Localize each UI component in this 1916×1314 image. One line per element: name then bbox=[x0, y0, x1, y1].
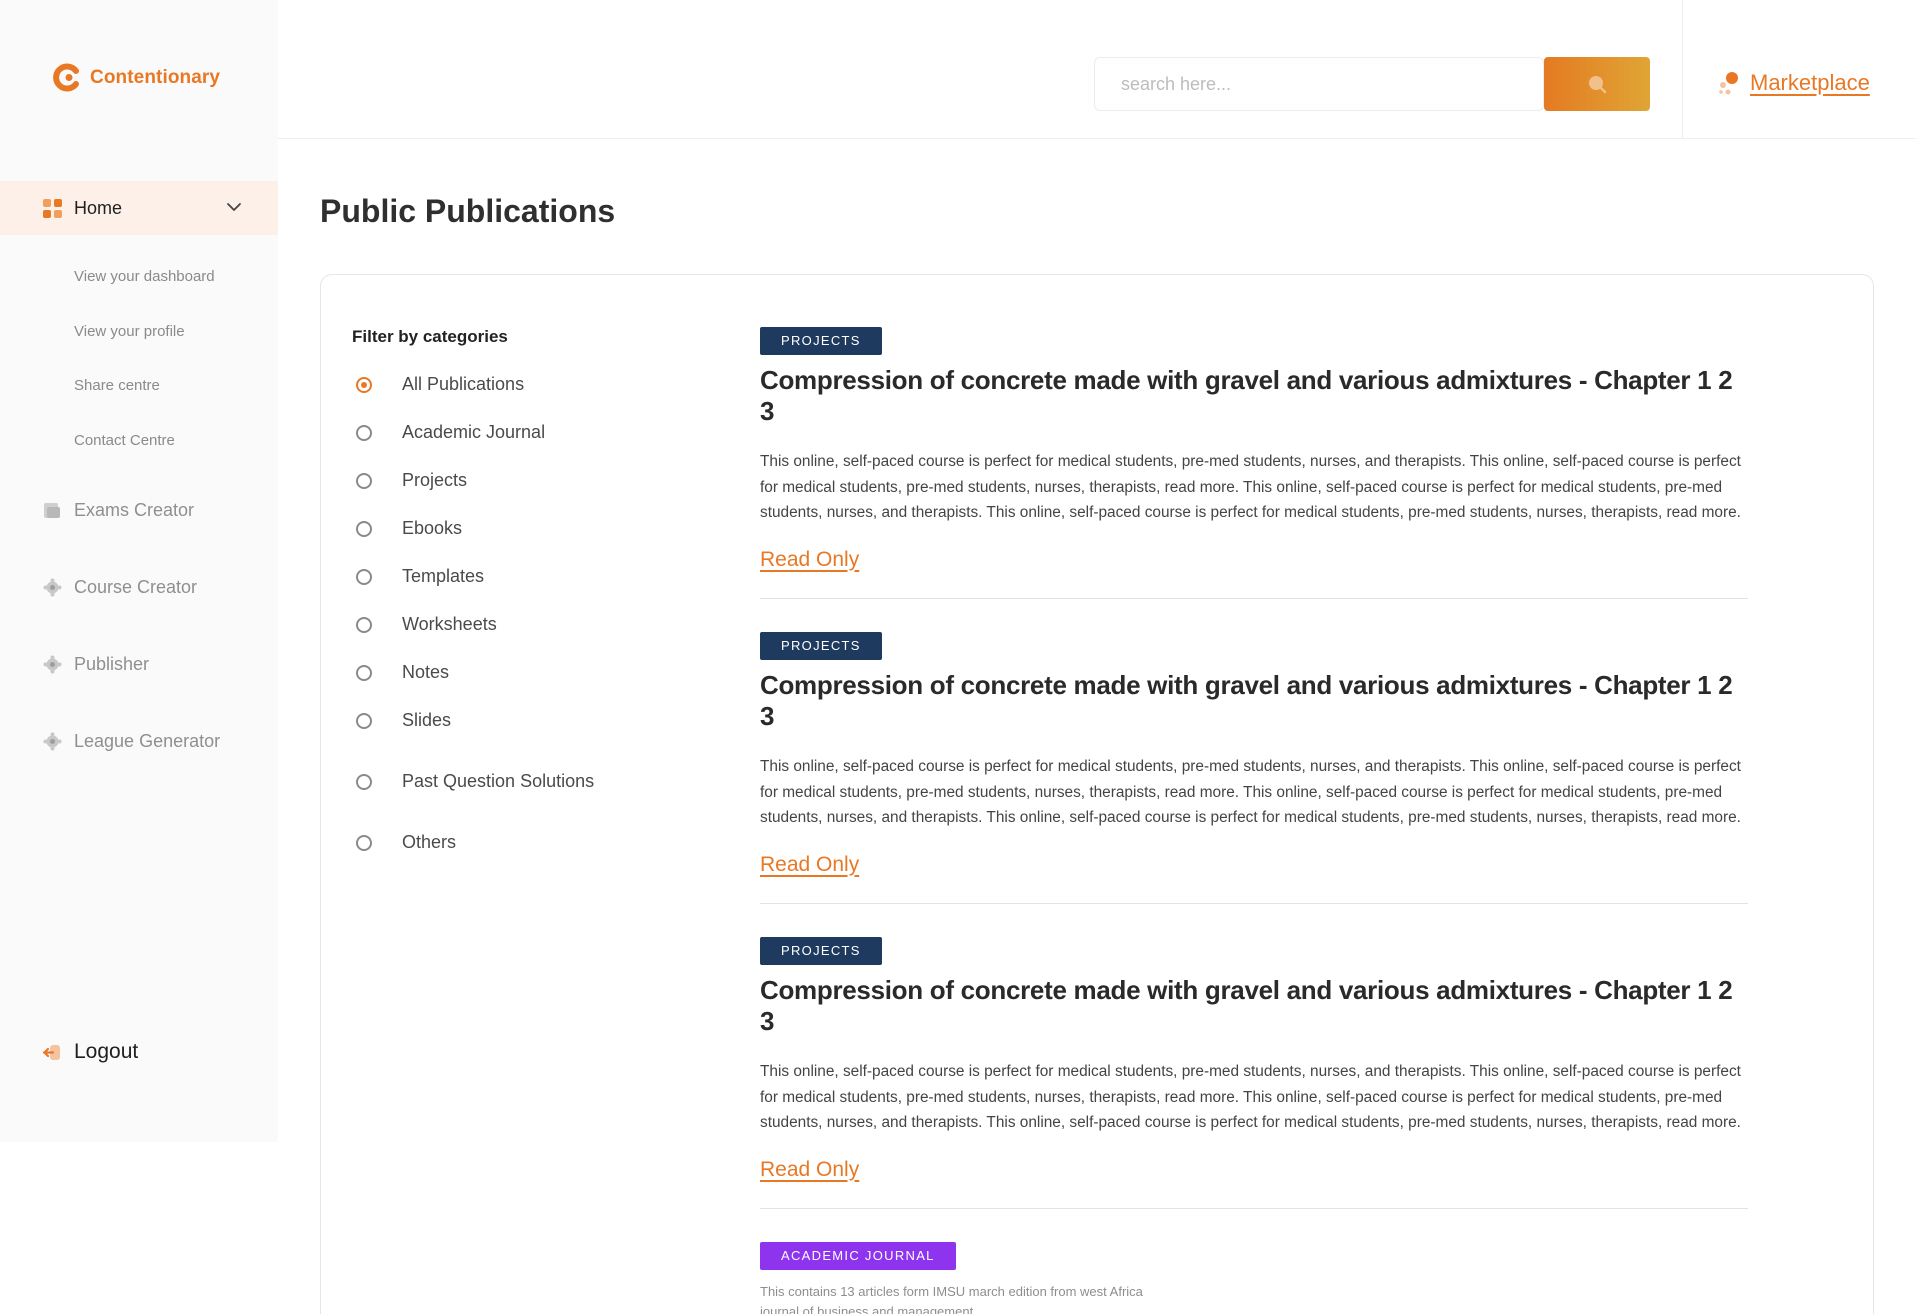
filter-option-others[interactable]: Others bbox=[356, 832, 456, 853]
search-box bbox=[1094, 57, 1544, 111]
publication-title[interactable]: Compression of concrete made with gravel… bbox=[760, 975, 1748, 1037]
sidebar-item-label: League Generator bbox=[74, 731, 221, 751]
publication-description: This online, self-paced course is perfec… bbox=[760, 453, 1741, 521]
category-badge: PROJECTS bbox=[760, 937, 882, 965]
marketplace-link[interactable]: Marketplace bbox=[1750, 70, 1870, 96]
search-input[interactable] bbox=[1121, 73, 1543, 95]
header-divider bbox=[278, 138, 1916, 139]
filter-option-templates[interactable]: Templates bbox=[356, 566, 484, 587]
header-vertical-divider bbox=[1682, 0, 1683, 138]
filter-option-label: Ebooks bbox=[402, 518, 463, 538]
radio-icon[interactable] bbox=[356, 424, 372, 441]
radio-icon[interactable] bbox=[356, 712, 372, 729]
document-icon bbox=[44, 503, 60, 518]
divider bbox=[760, 1208, 1748, 1209]
sidebar-item-label: Publisher bbox=[74, 654, 150, 674]
sidebar-subitem-share-centre[interactable]: Share centre bbox=[74, 377, 160, 394]
radio-selected-icon[interactable] bbox=[356, 376, 372, 393]
radio-icon[interactable] bbox=[356, 520, 372, 537]
divider bbox=[760, 903, 1748, 904]
publication-item: PROJECTS Compression of concrete made wi… bbox=[760, 632, 1748, 877]
radio-icon[interactable] bbox=[356, 472, 372, 489]
read-only-link[interactable]: Read Only bbox=[760, 1158, 859, 1182]
publication-item: PROJECTS Compression of concrete made wi… bbox=[760, 937, 1748, 1182]
marketplace-link-group[interactable]: Marketplace bbox=[1718, 70, 1870, 96]
logout-label: Logout bbox=[74, 1040, 139, 1063]
filter-option-label: Worksheets bbox=[402, 614, 497, 634]
read-only-link[interactable]: Read Only bbox=[760, 548, 859, 572]
publication-title[interactable]: Compression of concrete made with gravel… bbox=[760, 365, 1748, 427]
publication-description: This online, self-paced course is perfec… bbox=[760, 758, 1741, 826]
filter-option-label: Slides bbox=[402, 710, 452, 730]
gear-icon bbox=[43, 655, 62, 674]
search-icon bbox=[1589, 76, 1607, 94]
filter-option-label: Others bbox=[402, 832, 457, 852]
filter-option-label: Projects bbox=[402, 470, 468, 490]
publication-title[interactable]: Compression of concrete made with gravel… bbox=[760, 670, 1748, 732]
filter-option-past-question-solutions[interactable]: Past Question Solutions bbox=[356, 771, 594, 792]
logout-icon bbox=[43, 1044, 60, 1060]
filter-option-label: All Publications bbox=[402, 374, 525, 394]
sidebar-item-home[interactable]: Home bbox=[0, 181, 278, 235]
sidebar-subitem-dashboard[interactable]: View your dashboard bbox=[74, 268, 215, 285]
sidebar-item-league-generator[interactable]: League Generator bbox=[43, 731, 220, 752]
filter-option-notes[interactable]: Notes bbox=[356, 662, 449, 683]
gear-icon bbox=[43, 578, 62, 597]
filter-option-label: Templates bbox=[402, 566, 485, 586]
search-button[interactable] bbox=[1544, 57, 1650, 111]
sidebar-item-label: Exams Creator bbox=[74, 500, 195, 520]
filter-option-label: Notes bbox=[402, 662, 450, 682]
radio-icon[interactable] bbox=[356, 773, 372, 790]
read-only-link[interactable]: Read Only bbox=[760, 853, 859, 877]
filter-option-label: Academic Journal bbox=[402, 422, 546, 442]
category-badge: ACADEMIC JOURNAL bbox=[760, 1242, 956, 1270]
filter-option-worksheets[interactable]: Worksheets bbox=[356, 614, 497, 635]
publication-item: ACADEMIC JOURNAL This contains 13 articl… bbox=[760, 1242, 1748, 1314]
sidebar-item-course-creator[interactable]: Course Creator bbox=[43, 577, 197, 598]
grid-icon bbox=[43, 198, 62, 218]
category-badge: PROJECTS bbox=[760, 632, 882, 660]
sidebar-subitem-contact-centre[interactable]: Contact Centre bbox=[74, 432, 175, 449]
filter-option-all-publications[interactable]: All Publications bbox=[356, 374, 524, 395]
contentionary-logo-icon bbox=[53, 63, 79, 92]
chevron-down-icon[interactable] bbox=[226, 199, 242, 215]
filter-option-projects[interactable]: Projects bbox=[356, 470, 467, 491]
divider bbox=[760, 598, 1748, 599]
radio-icon[interactable] bbox=[356, 616, 372, 633]
radio-icon[interactable] bbox=[356, 568, 372, 585]
filter-option-academic-journal[interactable]: Academic Journal bbox=[356, 422, 545, 443]
category-badge: PROJECTS bbox=[760, 327, 882, 355]
filter-option-slides[interactable]: Slides bbox=[356, 710, 451, 731]
page-title: Public Publications bbox=[320, 193, 616, 229]
gear-icon bbox=[43, 732, 62, 751]
marketplace-icon bbox=[1719, 72, 1738, 95]
radio-icon[interactable] bbox=[356, 834, 372, 851]
radio-icon[interactable] bbox=[356, 664, 372, 681]
filter-title: Filter by categories bbox=[352, 327, 508, 346]
filter-option-ebooks[interactable]: Ebooks bbox=[356, 518, 462, 539]
sidebar: Contentionary Home View your dashboard V… bbox=[0, 0, 278, 1142]
sidebar-item-exams-creator[interactable]: Exams Creator bbox=[43, 500, 194, 521]
logout-button[interactable]: Logout bbox=[43, 1040, 138, 1064]
publication-item: PROJECTS Compression of concrete made wi… bbox=[760, 327, 1748, 572]
app-logo[interactable]: Contentionary bbox=[52, 62, 220, 93]
sidebar-item-label: Course Creator bbox=[74, 577, 198, 597]
publication-description: This contains 13 articles form IMSU marc… bbox=[760, 1284, 1143, 1314]
filter-option-label: Past Question Solutions bbox=[402, 771, 595, 791]
app-name: Contentionary bbox=[90, 66, 221, 88]
publication-description: This online, self-paced course is perfec… bbox=[760, 1063, 1741, 1131]
sidebar-item-publisher[interactable]: Publisher bbox=[43, 654, 149, 675]
sidebar-item-label: Home bbox=[74, 197, 123, 218]
sidebar-subitem-profile[interactable]: View your profile bbox=[74, 323, 185, 340]
